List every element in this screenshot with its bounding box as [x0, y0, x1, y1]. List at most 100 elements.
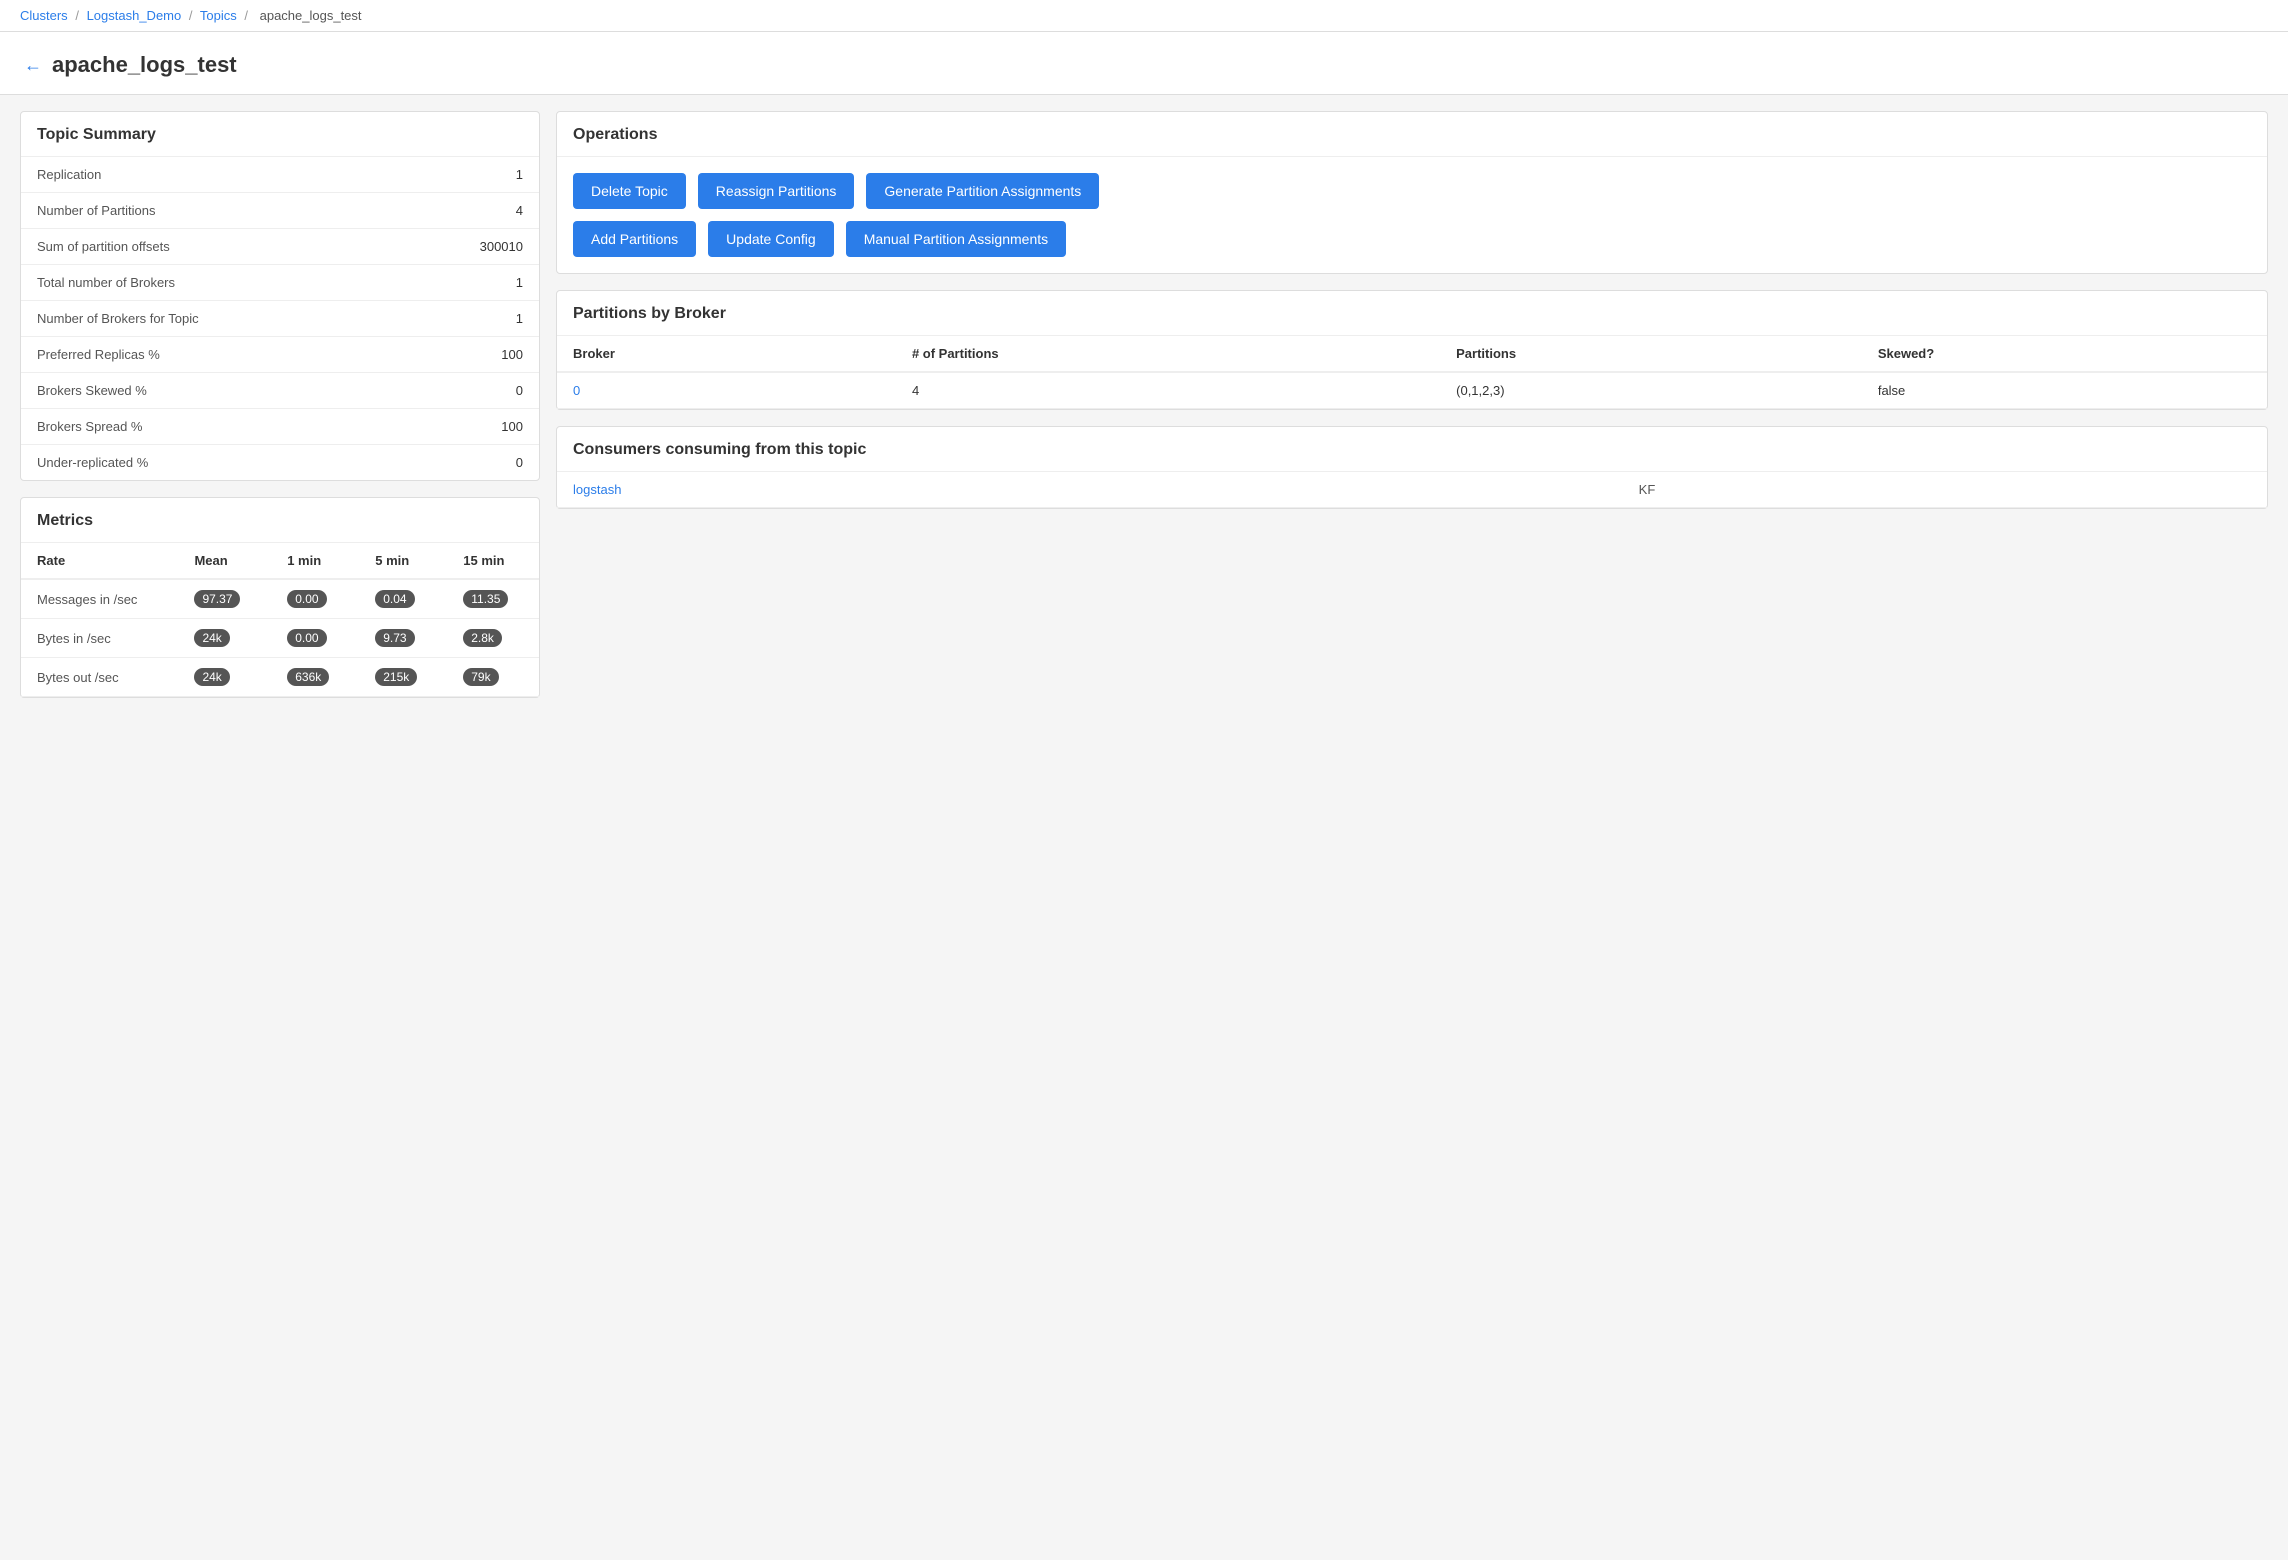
- delete-topic-button[interactable]: Delete Topic: [573, 173, 686, 209]
- broker-link[interactable]: 0: [573, 383, 580, 398]
- metrics-col-5min: 5 min: [359, 543, 447, 579]
- summary-value: 100: [394, 337, 539, 373]
- page-title: apache_logs_test: [52, 52, 237, 78]
- summary-row: Number of Partitions 4: [21, 193, 539, 229]
- summary-row: Brokers Skewed % 0: [21, 373, 539, 409]
- summary-label: Total number of Brokers: [21, 265, 394, 301]
- summary-value: 1: [394, 157, 539, 193]
- ops-row-1: Delete Topic Reassign Partitions Generate …: [573, 173, 2251, 209]
- breadcrumb: Clusters / Logstash_Demo / Topics / apac…: [0, 0, 2288, 32]
- breadcrumb-demo[interactable]: Logstash_Demo: [87, 8, 182, 23]
- consumers-table: logstash KF: [557, 472, 2267, 508]
- broker-id: 0: [557, 372, 896, 409]
- summary-value: 100: [394, 409, 539, 445]
- metric-5min: 9.73: [359, 619, 447, 658]
- metric-5min: 0.04: [359, 579, 447, 619]
- num-partitions: 4: [896, 372, 1440, 409]
- partitions-table: Broker# of PartitionsPartitionsSkewed? 0…: [557, 336, 2267, 409]
- metrics-col-1min: 1 min: [271, 543, 359, 579]
- metrics-col-15min: 15 min: [447, 543, 539, 579]
- summary-value: 0: [394, 445, 539, 481]
- partitions-list: (0,1,2,3): [1440, 372, 1862, 409]
- metric-15min: 2.8k: [447, 619, 539, 658]
- summary-label: Brokers Spread %: [21, 409, 394, 445]
- summary-label: Preferred Replicas %: [21, 337, 394, 373]
- right-column: Operations Delete Topic Reassign Partitio…: [556, 111, 2268, 698]
- summary-row: Number of Brokers for Topic 1: [21, 301, 539, 337]
- breadcrumb-sep2: /: [189, 8, 193, 23]
- metric-mean: 24k: [178, 658, 271, 697]
- summary-label: Sum of partition offsets: [21, 229, 394, 265]
- metrics-col-rate: Rate: [21, 543, 178, 579]
- consumer-name: logstash: [557, 472, 1623, 508]
- ops-row-2: Add Partitions Update Config Manual Partit…: [573, 221, 2251, 257]
- summary-label: Under-replicated %: [21, 445, 394, 481]
- back-arrow-icon[interactable]: ←: [24, 55, 42, 76]
- partitions-col-header: Partitions: [1440, 336, 1862, 372]
- consumers-card: Consumers consuming from this topic logs…: [556, 426, 2268, 509]
- consumer-type: KF: [1623, 472, 2267, 508]
- metric-15min: 79k: [447, 658, 539, 697]
- metric-mean: 24k: [178, 619, 271, 658]
- metrics-title: Metrics: [21, 498, 539, 543]
- summary-row: Sum of partition offsets 300010: [21, 229, 539, 265]
- breadcrumb-clusters[interactable]: Clusters: [20, 8, 68, 23]
- partitions-by-broker-card: Partitions by Broker Broker# of Partitio…: [556, 290, 2268, 410]
- operations-title: Operations: [557, 112, 2267, 157]
- metrics-col-mean: Mean: [178, 543, 271, 579]
- partitions-col-header: Broker: [557, 336, 896, 372]
- metrics-card: Metrics Rate Mean 1 min 5 min 15 min Mes…: [20, 497, 540, 698]
- summary-label: Brokers Skewed %: [21, 373, 394, 409]
- partitions-col-header: Skewed?: [1862, 336, 2267, 372]
- consumer-row: logstash KF: [557, 472, 2267, 508]
- summary-value: 1: [394, 265, 539, 301]
- metric-rate-label: Messages in /sec: [21, 579, 178, 619]
- summary-value: 1: [394, 301, 539, 337]
- partitions-row: 0 4 (0,1,2,3) false: [557, 372, 2267, 409]
- update-config-button[interactable]: Update Config: [708, 221, 834, 257]
- partitions-col-header: # of Partitions: [896, 336, 1440, 372]
- metrics-row: Bytes in /sec 24k 0.00 9.73 2.8k: [21, 619, 539, 658]
- breadcrumb-topics[interactable]: Topics: [200, 8, 237, 23]
- topic-summary-table: Replication 1 Number of Partitions 4 Sum…: [21, 157, 539, 480]
- summary-row: Under-replicated % 0: [21, 445, 539, 481]
- topic-summary-title: Topic Summary: [21, 112, 539, 157]
- metric-5min: 215k: [359, 658, 447, 697]
- summary-label: Replication: [21, 157, 394, 193]
- metric-1min: 0.00: [271, 619, 359, 658]
- consumers-title: Consumers consuming from this topic: [557, 427, 2267, 472]
- summary-label: Number of Partitions: [21, 193, 394, 229]
- topic-summary-card: Topic Summary Replication 1 Number of Pa…: [20, 111, 540, 481]
- metric-rate-label: Bytes in /sec: [21, 619, 178, 658]
- summary-row: Total number of Brokers 1: [21, 265, 539, 301]
- metric-1min: 0.00: [271, 579, 359, 619]
- metrics-table: Rate Mean 1 min 5 min 15 min Messages in…: [21, 543, 539, 697]
- breadcrumb-sep1: /: [75, 8, 79, 23]
- operations-grid: Delete Topic Reassign Partitions Generate …: [557, 157, 2267, 273]
- manual-partition-assignments-button[interactable]: Manual Partition Assignments: [846, 221, 1066, 257]
- skewed-value: false: [1862, 372, 2267, 409]
- add-partitions-button[interactable]: Add Partitions: [573, 221, 696, 257]
- breadcrumb-sep3: /: [244, 8, 248, 23]
- breadcrumb-current: apache_logs_test: [260, 8, 362, 23]
- summary-row: Brokers Spread % 100: [21, 409, 539, 445]
- partitions-by-broker-title: Partitions by Broker: [557, 291, 2267, 336]
- metrics-row: Bytes out /sec 24k 636k 215k 79k: [21, 658, 539, 697]
- metric-mean: 97.37: [178, 579, 271, 619]
- summary-value: 300010: [394, 229, 539, 265]
- main-content: Topic Summary Replication 1 Number of Pa…: [0, 95, 2288, 714]
- summary-row: Replication 1: [21, 157, 539, 193]
- summary-value: 0: [394, 373, 539, 409]
- consumer-link[interactable]: logstash: [573, 482, 621, 497]
- reassign-partitions-button[interactable]: Reassign Partitions: [698, 173, 855, 209]
- summary-row: Preferred Replicas % 100: [21, 337, 539, 373]
- operations-card: Operations Delete Topic Reassign Partitio…: [556, 111, 2268, 274]
- summary-value: 4: [394, 193, 539, 229]
- metric-15min: 11.35: [447, 579, 539, 619]
- summary-label: Number of Brokers for Topic: [21, 301, 394, 337]
- page-header: ← apache_logs_test: [0, 32, 2288, 95]
- metric-rate-label: Bytes out /sec: [21, 658, 178, 697]
- generate-partition-assignments-button[interactable]: Generate Partition Assignments: [866, 173, 1099, 209]
- left-column: Topic Summary Replication 1 Number of Pa…: [20, 111, 540, 698]
- metrics-row: Messages in /sec 97.37 0.00 0.04 11.35: [21, 579, 539, 619]
